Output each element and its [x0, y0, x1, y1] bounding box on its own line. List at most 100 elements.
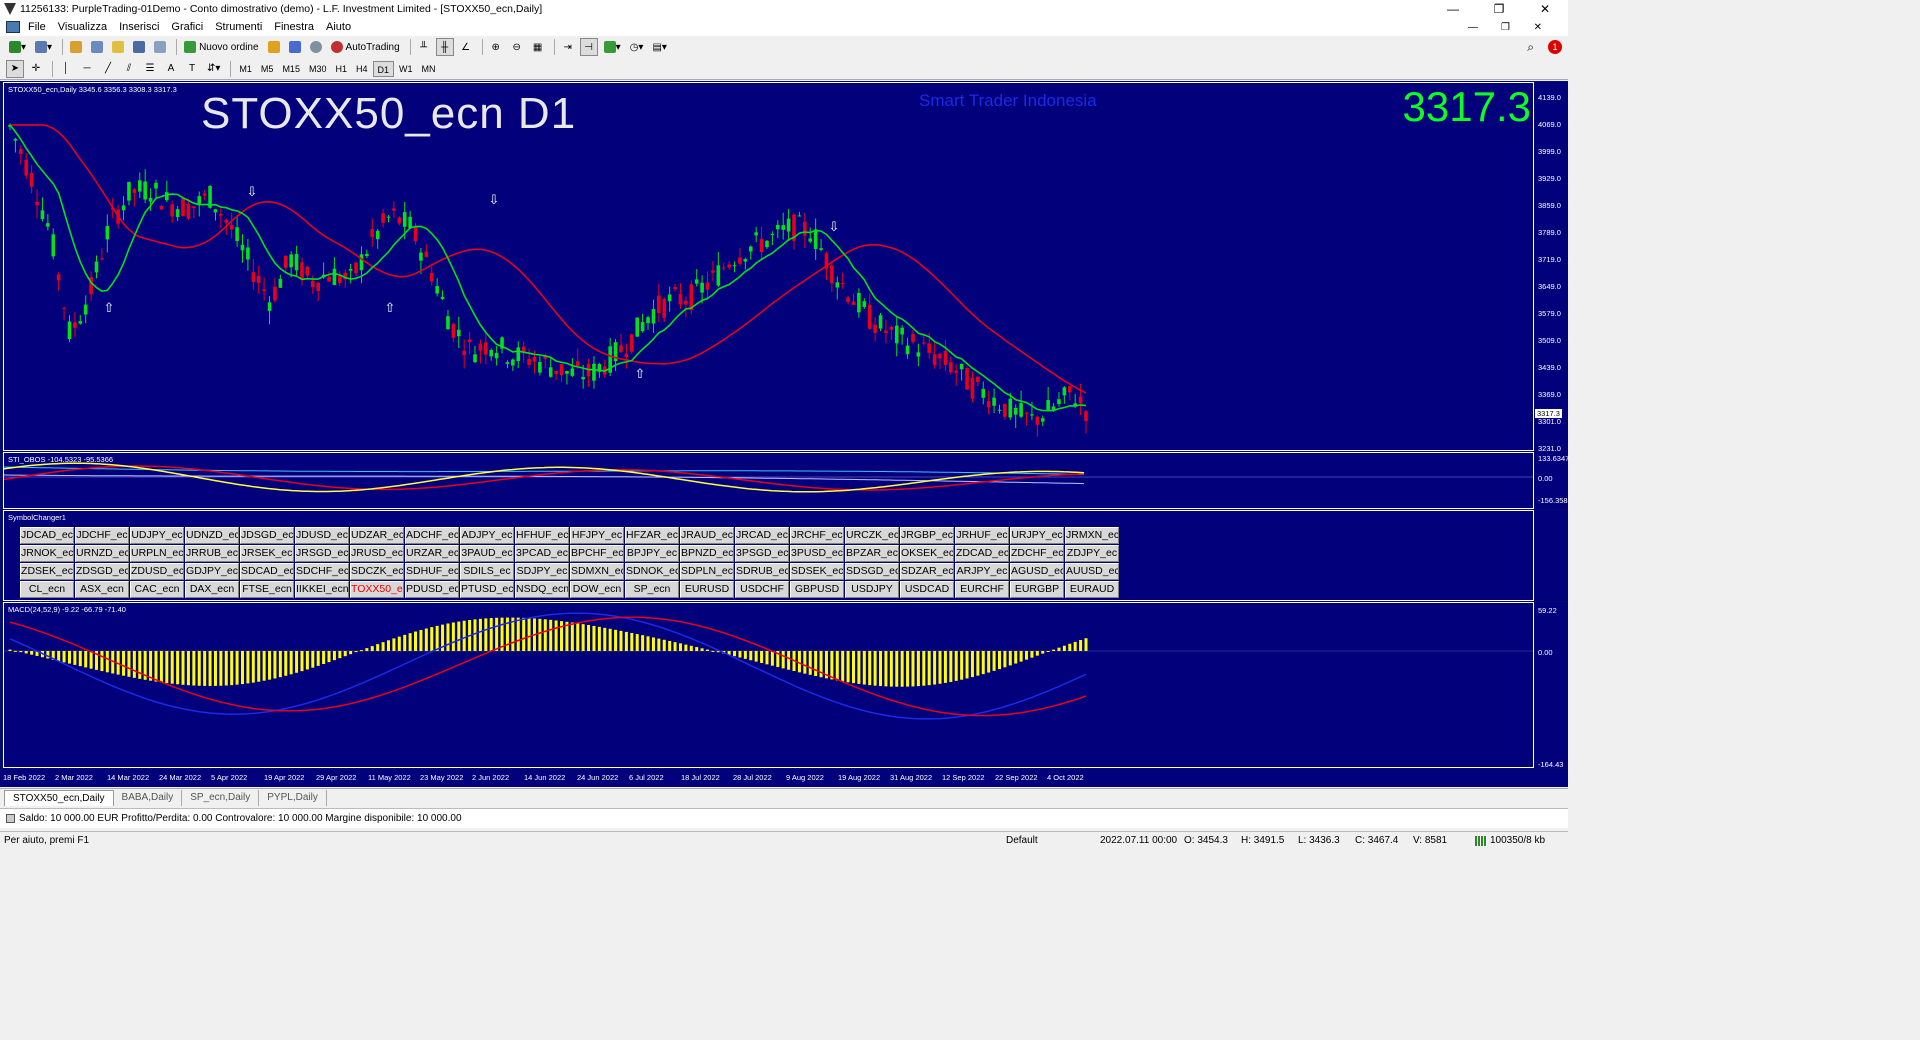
symbol-button[interactable]: SDILS_ec — [460, 563, 514, 580]
symbol-button[interactable]: AUUSD_ec — [1065, 563, 1119, 580]
symbol-button[interactable]: JRSGD_ec — [295, 545, 349, 562]
symbol-button[interactable]: PTUSD_ec — [460, 581, 514, 598]
symbol-button[interactable]: USDCAD — [900, 581, 954, 598]
symbol-button[interactable]: SDRUB_ec — [735, 563, 789, 580]
symbol-button[interactable]: SDHUF_ec — [405, 563, 459, 580]
symbol-button[interactable]: URCZK_ec — [845, 527, 899, 544]
symbol-button[interactable]: 3PSGD_ec — [735, 545, 789, 562]
symbol-button[interactable]: SDJPY_ec — [515, 563, 569, 580]
symbol-button[interactable]: JRCHF_ec — [790, 527, 844, 544]
zoom-in-icon[interactable]: ⊕ — [487, 38, 505, 56]
symbol-button[interactable]: USDCHF — [735, 581, 789, 598]
symbol-button[interactable]: HFJPY_ec — [570, 527, 624, 544]
symbol-button[interactable]: JDCHF_ec — [75, 527, 129, 544]
symbol-button[interactable]: ARJPY_ec — [955, 563, 1009, 580]
autotrading-button[interactable]: AutoTrading — [328, 38, 403, 56]
symbol-button[interactable]: CAC_ecn — [130, 581, 184, 598]
line-chart-icon[interactable]: ∠ — [457, 38, 475, 56]
navigator-icon[interactable] — [109, 38, 127, 56]
candlestick-icon[interactable]: ╫ — [435, 38, 454, 56]
symbol-button[interactable]: USDJPY — [845, 581, 899, 598]
data-window-icon[interactable] — [88, 38, 106, 56]
symbol-button[interactable]: UDJPY_ec — [130, 527, 184, 544]
tf-w1[interactable]: W1 — [395, 61, 417, 77]
symbol-button[interactable]: GBPUSD — [790, 581, 844, 598]
symbol-button[interactable]: NSDQ_ecn — [515, 581, 569, 598]
symbol-button[interactable]: ZDSGD_ec — [75, 563, 129, 580]
symbol-button[interactable]: CL_ecn — [20, 581, 74, 598]
symbol-button[interactable]: ADCHF_ec — [405, 527, 459, 544]
tester-icon[interactable] — [151, 38, 169, 56]
symbol-button[interactable]: HFZAR_ec — [625, 527, 679, 544]
menu-view[interactable]: Visualizza — [54, 21, 115, 33]
symbol-button[interactable]: ZDJPY_ec — [1065, 545, 1119, 562]
signals-icon[interactable] — [286, 38, 304, 56]
symbol-button[interactable]: JDSGD_ec — [240, 527, 294, 544]
symbol-button[interactable]: EURUSD — [680, 581, 734, 598]
minimize-button[interactable]: — — [1430, 0, 1476, 18]
profiles-icon[interactable]: ▾ — [32, 38, 55, 56]
channel-icon[interactable]: ⫽ — [120, 60, 138, 78]
symbol-button[interactable]: JRMXN_ec — [1065, 527, 1119, 544]
symbol-button[interactable]: SDCHF_ec — [295, 563, 349, 580]
symbol-button[interactable]: 3PUSD_ec — [790, 545, 844, 562]
symbol-button[interactable]: PDUSD_ec — [405, 581, 459, 598]
symbol-button[interactable]: SDSGD_ec — [845, 563, 899, 580]
symbol-button[interactable]: JRAUD_ec — [680, 527, 734, 544]
menu-help[interactable]: Aiuto — [322, 21, 359, 33]
symbol-button[interactable]: ZDCHF_ec — [1010, 545, 1064, 562]
time-axis[interactable]: 18 Feb 2022 2 Mar 2022 14 Mar 2022 24 Mar 2… — [0, 769, 1568, 787]
tab-baba[interactable]: BABA,Daily — [114, 789, 183, 806]
metaeditor-icon[interactable] — [265, 38, 283, 56]
symbol-button[interactable]: URPLN_ec — [130, 545, 184, 562]
menu-window[interactable]: Finestra — [270, 21, 322, 33]
symbol-button[interactable]: JRHUF_ec — [955, 527, 1009, 544]
symbol-button[interactable]: OKSEK_ec — [900, 545, 954, 562]
symbol-button[interactable]: BPJPY_ec — [625, 545, 679, 562]
menu-charts[interactable]: Grafici — [167, 21, 211, 33]
symbol-button[interactable]: DAX_ecn — [185, 581, 239, 598]
tf-mn[interactable]: MN — [418, 61, 440, 77]
notifications-icon[interactable]: 1 — [1548, 40, 1562, 54]
close-button[interactable]: ✕ — [1522, 0, 1568, 18]
market-watch-icon[interactable] — [67, 38, 85, 56]
symbol-button[interactable]: BPNZD_ec — [680, 545, 734, 562]
obos-pane[interactable]: STI_OBOS -104.5323 -95.5366 — [3, 452, 1534, 509]
symbol-button[interactable]: BPCHF_ec — [570, 545, 624, 562]
menu-file[interactable]: File — [24, 21, 54, 33]
symbol-button[interactable]: JRRUB_ec — [185, 545, 239, 562]
symbol-button[interactable]: EURAUD — [1065, 581, 1119, 598]
price-pane[interactable]: ⇧ ⇩ ⇧ ⇩ ⇧ ⇩ STOXX50_ecn,Daily 3345.6 3356.3 3… — [3, 82, 1534, 451]
symbol-button[interactable]: IIKKEI_ecn — [295, 581, 349, 598]
new-chart-icon[interactable]: ▾ — [6, 38, 29, 56]
symbol-button[interactable]: URZAR_ec — [405, 545, 459, 562]
tile-windows-icon[interactable]: ▦ — [529, 38, 547, 56]
tf-m1[interactable]: M1 — [235, 61, 256, 77]
symbol-button[interactable]: EURGBP — [1010, 581, 1064, 598]
symbol-button[interactable]: UDNZD_ec — [185, 527, 239, 544]
macd-pane[interactable]: MACD(24,52,9) -9.22 -66.79 -71.40 — [3, 602, 1534, 768]
symbol-button[interactable]: EURCHF — [955, 581, 1009, 598]
symbol-button[interactable]: SP_ecn — [625, 581, 679, 598]
symbol-button[interactable]: 3PAUD_ec — [460, 545, 514, 562]
symbol-button[interactable]: SDSEK_ec — [790, 563, 844, 580]
symbol-button[interactable]: JRGBP_ec — [900, 527, 954, 544]
window-restore-child[interactable]: ❐ — [1501, 22, 1510, 33]
cursor-icon[interactable]: ➤ — [6, 59, 24, 78]
bar-chart-icon[interactable]: ╨ — [415, 38, 433, 56]
symbol-button[interactable]: URJPY_ec — [1010, 527, 1064, 544]
tab-stoxx50[interactable]: STOXX50_ecn,Daily — [4, 789, 114, 806]
crosshair-icon[interactable]: ✛ — [27, 60, 45, 78]
zoom-out-icon[interactable]: ⊖ — [508, 38, 526, 56]
symbol-button[interactable]: GDJPY_ec — [185, 563, 239, 580]
symbol-button[interactable]: ASX_ecn — [75, 581, 129, 598]
tf-h4[interactable]: H4 — [352, 61, 372, 77]
tf-h1[interactable]: H1 — [331, 61, 351, 77]
symbol-button[interactable]: FTSE_ecn — [240, 581, 294, 598]
window-minimize-child[interactable]: — — [1468, 22, 1478, 33]
symbol-button[interactable]: URNZD_ec — [75, 545, 129, 562]
symbol-button[interactable]: JRSEK_ec — [240, 545, 294, 562]
tf-m5[interactable]: M5 — [257, 61, 278, 77]
symbol-button[interactable]: ZDCAD_ec — [955, 545, 1009, 562]
tab-pypl[interactable]: PYPL,Daily — [259, 789, 327, 806]
